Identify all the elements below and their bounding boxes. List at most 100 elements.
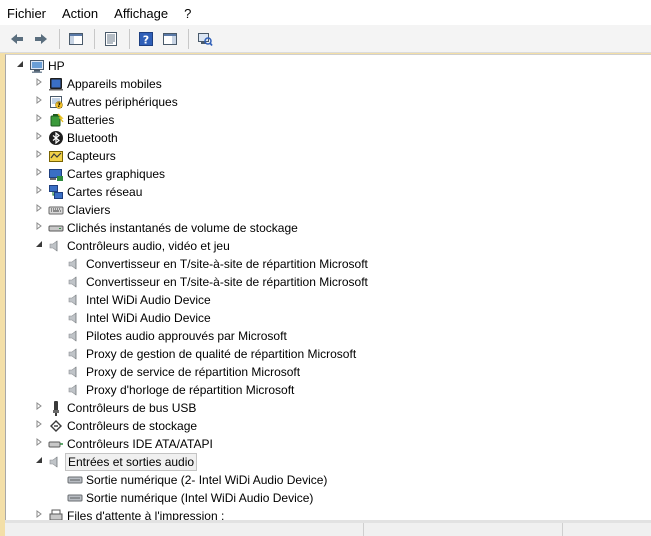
expand-toggle-icon[interactable] bbox=[33, 183, 45, 201]
scan-hardware-changes-icon bbox=[197, 31, 213, 47]
tree-category-node[interactable]: Batteries bbox=[6, 111, 651, 129]
bluetooth-icon bbox=[48, 130, 64, 146]
tree-node-label: Appareils mobiles bbox=[67, 77, 162, 91]
tree-category-node[interactable]: ? Autres périphériques bbox=[6, 93, 651, 111]
status-segment-2 bbox=[364, 523, 563, 536]
menu-affichage[interactable]: Affichage bbox=[106, 0, 176, 25]
tree-node-label: Pilotes audio approuvés par Microsoft bbox=[86, 329, 287, 343]
tree-node-label: HP bbox=[48, 59, 65, 73]
computer-icon bbox=[29, 58, 45, 74]
toolbar-separator bbox=[94, 28, 95, 49]
expand-toggle-icon[interactable] bbox=[33, 75, 45, 93]
tree-root-node[interactable]: HP bbox=[6, 57, 651, 75]
device-tree[interactable]: HP Appareils mobiles ? Autres périphériques… bbox=[5, 54, 651, 521]
speaker-icon bbox=[48, 238, 64, 254]
scan-hardware-changes-button[interactable] bbox=[194, 28, 216, 50]
expand-toggle-icon[interactable] bbox=[33, 399, 45, 417]
storage-volume-icon bbox=[48, 220, 64, 236]
tree-node-label: Contrôleurs de stockage bbox=[67, 419, 198, 433]
status-segment-1 bbox=[5, 523, 364, 536]
expand-toggle-icon[interactable] bbox=[33, 219, 45, 237]
expand-toggle-icon[interactable] bbox=[33, 147, 45, 165]
tree-category-node[interactable]: Bluetooth bbox=[6, 129, 651, 147]
tree-device-node[interactable]: Sortie numérique (2- Intel WiDi Audio De… bbox=[6, 471, 651, 489]
tree-device-node[interactable]: Intel WiDi Audio Device bbox=[6, 291, 651, 309]
expand-toggle-icon[interactable] bbox=[33, 507, 45, 521]
toolbar: ? bbox=[0, 25, 651, 53]
collapse-toggle-icon[interactable] bbox=[33, 237, 45, 255]
tree-node-label: Proxy d'horloge de répartition Microsoft bbox=[86, 383, 295, 397]
toolbar-separator bbox=[59, 28, 60, 49]
speaker-icon bbox=[67, 364, 83, 380]
expand-toggle-icon[interactable] bbox=[33, 129, 45, 147]
tree-category-node[interactable]: Capteurs bbox=[6, 147, 651, 165]
collapse-toggle-icon[interactable] bbox=[33, 453, 45, 471]
tree-category-node[interactable]: Entrées et sorties audio bbox=[6, 453, 651, 471]
menu-fichier[interactable]: Fichier bbox=[0, 0, 54, 25]
menu-action[interactable]: Action bbox=[54, 0, 106, 25]
tree-node-label: Cartes réseau bbox=[67, 185, 143, 199]
speaker-icon bbox=[67, 256, 83, 272]
status-segment-3 bbox=[563, 523, 651, 536]
tree-category-node[interactable]: Claviers bbox=[6, 201, 651, 219]
help-button[interactable]: ? bbox=[135, 28, 157, 50]
tree-category-node[interactable]: Cartes graphiques bbox=[6, 165, 651, 183]
speaker-icon bbox=[67, 292, 83, 308]
tree-category-node[interactable]: Contrôleurs IDE ATA/ATAPI bbox=[6, 435, 651, 453]
tree-node-label: Sortie numérique (Intel WiDi Audio Devic… bbox=[86, 491, 314, 505]
collapse-toggle-icon[interactable] bbox=[14, 57, 26, 75]
tree-category-node[interactable]: Contrôleurs de stockage bbox=[6, 417, 651, 435]
tree-category-node[interactable]: Cartes réseau bbox=[6, 183, 651, 201]
back-arrow-button[interactable] bbox=[6, 28, 28, 50]
tree-node-label: Clichés instantanés de volume de stockag… bbox=[67, 221, 298, 235]
tree-category-node[interactable]: Files d'attente à l'impression : bbox=[6, 507, 651, 521]
expand-toggle-icon[interactable] bbox=[33, 111, 45, 129]
menu-help[interactable]: ? bbox=[176, 0, 199, 25]
properties-icon bbox=[103, 31, 119, 47]
tree-node-label: Cartes graphiques bbox=[67, 167, 166, 181]
help-icon: ? bbox=[138, 31, 154, 47]
expand-toggle-icon[interactable] bbox=[33, 417, 45, 435]
tree-node-label: Proxy de service de répartition Microsof… bbox=[86, 365, 301, 379]
tree-node-label: Autres périphériques bbox=[67, 95, 178, 109]
tree-category-node[interactable]: Contrôleurs de bus USB bbox=[6, 399, 651, 417]
tree-node-label: Claviers bbox=[67, 203, 111, 217]
tree-node-label: Intel WiDi Audio Device bbox=[86, 293, 211, 307]
sensor-icon bbox=[48, 148, 64, 164]
tree-node-label: Files d'attente à l'impression : bbox=[67, 509, 225, 521]
speaker-icon bbox=[67, 274, 83, 290]
usb-icon bbox=[48, 400, 64, 416]
tree-node-label: Contrôleurs IDE ATA/ATAPI bbox=[67, 437, 213, 451]
expand-toggle-icon[interactable] bbox=[33, 435, 45, 453]
audio-output-icon bbox=[67, 490, 83, 506]
tree-device-node[interactable]: Proxy de service de répartition Microsof… bbox=[6, 363, 651, 381]
tree-node-label: Sortie numérique (2- Intel WiDi Audio De… bbox=[86, 473, 328, 487]
show-hide-console-tree-button[interactable] bbox=[65, 28, 87, 50]
tree-device-node[interactable]: Proxy de gestion de qualité de répartiti… bbox=[6, 345, 651, 363]
tree-node-label: Bluetooth bbox=[67, 131, 118, 145]
tree-node-label: Contrôleurs audio, vidéo et jeu bbox=[67, 239, 230, 253]
show-hide-action-pane-icon bbox=[162, 31, 178, 47]
tree-node-label: Capteurs bbox=[67, 149, 116, 163]
expand-toggle-icon[interactable] bbox=[33, 201, 45, 219]
tree-device-node[interactable]: Sortie numérique (Intel WiDi Audio Devic… bbox=[6, 489, 651, 507]
tree-category-node[interactable]: Appareils mobiles bbox=[6, 75, 651, 93]
tree-category-node[interactable]: Contrôleurs audio, vidéo et jeu bbox=[6, 237, 651, 255]
show-hide-action-pane-button[interactable] bbox=[159, 28, 181, 50]
tree-device-node[interactable]: Pilotes audio approuvés par Microsoft bbox=[6, 327, 651, 345]
expand-toggle-icon[interactable] bbox=[33, 93, 45, 111]
tree-node-label: Batteries bbox=[67, 113, 115, 127]
tree-device-node[interactable]: Intel WiDi Audio Device bbox=[6, 309, 651, 327]
tree-node-label: Convertisseur en T/site-à-site de répart… bbox=[86, 275, 368, 289]
network-icon bbox=[48, 184, 64, 200]
expand-toggle-icon[interactable] bbox=[33, 165, 45, 183]
speaker-icon bbox=[48, 454, 64, 470]
tree-category-node[interactable]: Clichés instantanés de volume de stockag… bbox=[6, 219, 651, 237]
properties-button[interactable] bbox=[100, 28, 122, 50]
back-arrow-icon bbox=[9, 31, 25, 47]
forward-arrow-button[interactable] bbox=[30, 28, 52, 50]
tree-device-node[interactable]: Convertisseur en T/site-à-site de répart… bbox=[6, 273, 651, 291]
tree-device-node[interactable]: Convertisseur en T/site-à-site de répart… bbox=[6, 255, 651, 273]
keyboard-icon bbox=[48, 202, 64, 218]
tree-device-node[interactable]: Proxy d'horloge de répartition Microsoft bbox=[6, 381, 651, 399]
